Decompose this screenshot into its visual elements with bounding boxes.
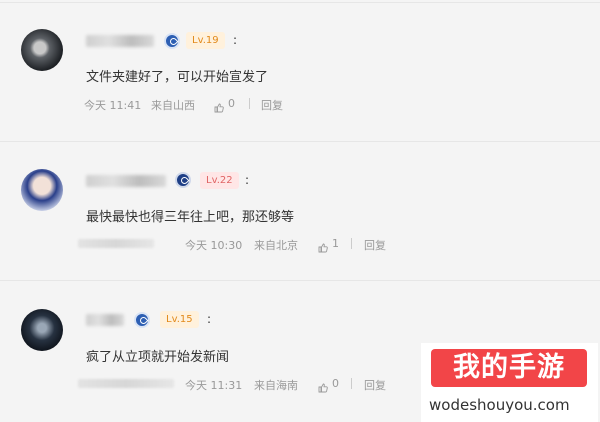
username-blurred[interactable] — [86, 314, 124, 326]
meta-separator — [351, 378, 352, 389]
reply-button[interactable]: 回复 — [364, 377, 386, 393]
reply-button[interactable]: 回复 — [364, 237, 386, 253]
meta-separator — [351, 238, 352, 249]
verified-badge-icon — [134, 312, 150, 328]
verified-badge-icon — [175, 172, 191, 188]
like-button[interactable] — [318, 238, 328, 253]
comment-text: 最快最快也得三年往上吧，那还够等 — [86, 210, 295, 225]
comment-text: 疯了从立项就开始发新闻 — [86, 350, 230, 365]
watermark-logo-text: 我的手游 — [431, 349, 587, 387]
device-source-blurred — [78, 239, 154, 248]
thumbs-up-icon — [318, 383, 328, 393]
device-source-blurred — [78, 379, 174, 388]
like-button[interactable] — [318, 378, 328, 393]
site-watermark: 我的手游 wodeshouyou.com — [421, 343, 598, 422]
like-count[interactable]: 1 — [332, 237, 339, 250]
like-count[interactable]: 0 — [332, 377, 339, 390]
watermark-url: wodeshouyou.com — [429, 396, 570, 414]
avatar[interactable] — [21, 309, 63, 351]
username-blurred[interactable] — [86, 175, 166, 187]
comment-time: 今天 11:31 — [185, 379, 243, 392]
thumbs-up-icon — [318, 243, 328, 253]
comment-location: 来自北京 — [254, 239, 298, 252]
comment-divider — [0, 141, 600, 142]
comment-location: 来自海南 — [254, 379, 298, 392]
comment-item: Lv.15 : 疯了从立项就开始发新闻 今天 11:31 来自海南 0 回复 — [0, 0, 600, 393]
avatar[interactable] — [21, 169, 63, 211]
comment-divider — [0, 280, 600, 281]
comment-time: 今天 10:30 — [185, 239, 243, 252]
name-colon: : — [245, 173, 250, 187]
level-badge: Lv.15 — [160, 311, 199, 328]
level-badge: Lv.22 — [200, 172, 239, 189]
name-colon: : — [207, 312, 212, 326]
